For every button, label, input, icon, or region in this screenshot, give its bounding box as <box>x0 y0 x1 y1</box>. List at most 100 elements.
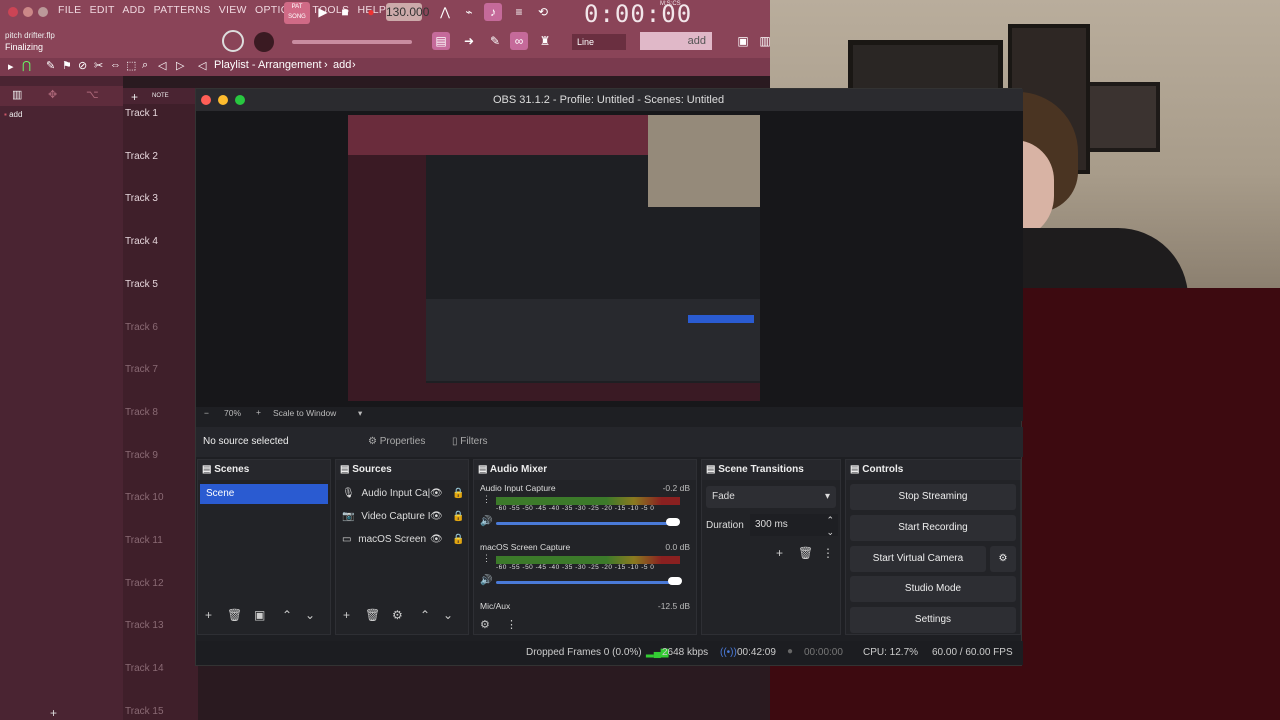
track-label[interactable]: Track 15 <box>125 706 164 717</box>
mixer-menu-icon[interactable]: ⋮ <box>506 618 517 631</box>
stamp-icon[interactable]: ♜ <box>536 32 554 50</box>
scale-mode[interactable]: Scale to Window <box>273 408 336 418</box>
scene-down-icon[interactable]: ⌄ <box>305 608 315 622</box>
add-icon[interactable]: + <box>50 706 57 720</box>
stepper-down-icon[interactable]: ⌄ <box>826 521 834 543</box>
channel-2-menu-icon[interactable]: ⋮ <box>482 553 491 564</box>
preview-area[interactable] <box>196 111 1023 407</box>
scale-dropdown-icon[interactable]: ▾ <box>358 408 362 419</box>
select-icon[interactable]: ⬚ <box>126 59 136 72</box>
scene-item[interactable]: Scene <box>200 484 328 504</box>
browser-icon[interactable]: ▥ <box>12 88 22 101</box>
loop-icon[interactable]: ⟲ <box>534 3 552 21</box>
minimize-dot[interactable] <box>23 7 33 17</box>
metronome-icon[interactable]: ⋀ <box>436 3 454 21</box>
menu-file[interactable]: FILE <box>58 4 81 16</box>
eye-icon[interactable]: 👁 <box>430 534 443 545</box>
magnet-icon[interactable]: ⋂ <box>22 59 31 72</box>
plus-icon[interactable]: + <box>131 90 138 104</box>
studio-mode-button[interactable]: Studio Mode <box>850 576 1016 602</box>
maximize-dot[interactable] <box>38 7 48 17</box>
track-label[interactable]: Track 4 <box>125 236 158 247</box>
channel-2-knob[interactable] <box>668 577 682 585</box>
menu-patterns[interactable]: PATTERNS <box>154 4 211 16</box>
wait-icon[interactable]: ⌁ <box>460 3 478 21</box>
track-label[interactable]: Track 6 <box>125 322 158 333</box>
master-slider[interactable] <box>292 40 412 44</box>
source-row-video[interactable]: 📷 Video Capture I 👁 🔒 <box>342 511 466 522</box>
add-source-icon[interactable]: + <box>343 608 350 622</box>
obs-close-dot[interactable] <box>201 95 211 105</box>
countdown-icon[interactable]: ♪ <box>484 3 502 21</box>
channel-2-mute-icon[interactable]: 🔊 <box>480 575 492 586</box>
transition-menu-icon[interactable]: ⋮ <box>822 546 834 560</box>
zoom-out-icon[interactable]: − <box>204 408 209 418</box>
start-recording-button[interactable]: Start Recording <box>850 515 1016 541</box>
mixer-settings-icon[interactable]: ⚙ <box>480 618 490 631</box>
source-row-screen[interactable]: ▭ macOS Screen 👁 🔒 <box>342 534 466 545</box>
add-transition-icon[interactable]: + <box>776 546 783 560</box>
pattern-icon[interactable]: ▤ <box>432 32 450 50</box>
track-label[interactable]: Track 1 <box>125 108 158 119</box>
pencil-icon[interactable]: ✎ <box>46 59 55 72</box>
menu-edit[interactable]: EDIT <box>90 4 115 16</box>
settings-button[interactable]: Settings <box>850 607 1016 633</box>
brush-icon[interactable]: ✎ <box>486 32 504 50</box>
source-row-audio[interactable]: 🎙 Audio Input Ca| 👁 🔒 <box>342 488 466 499</box>
virtual-camera-settings-button[interactable]: ⚙ <box>990 546 1016 572</box>
paint-icon[interactable]: ⚑ <box>62 59 72 72</box>
remove-scene-icon[interactable]: 🗑 <box>227 608 242 622</box>
arrow-right-icon[interactable]: ➜ <box>460 32 478 50</box>
tempo-display[interactable]: 130.000 <box>386 3 429 21</box>
master-volume-knob[interactable] <box>222 30 244 52</box>
track-label[interactable]: Track 13 <box>125 620 164 631</box>
slip-icon[interactable]: ⇔ <box>110 59 121 71</box>
zoom-icon[interactable]: ⌕ <box>142 59 148 72</box>
track-label[interactable]: Track 8 <box>125 407 158 418</box>
blend-icon[interactable]: ≡ <box>510 3 528 21</box>
channel-1-menu-icon[interactable]: ⋮ <box>482 494 491 505</box>
pattern-name-box[interactable]: add <box>640 32 712 50</box>
stop-icon[interactable]: ■ <box>336 3 354 21</box>
channel-1-knob[interactable] <box>666 518 680 526</box>
stop-streaming-button[interactable]: Stop Streaming <box>850 484 1016 510</box>
remove-transition-icon[interactable]: 🗑 <box>798 546 813 560</box>
record-icon[interactable]: ● <box>362 3 380 21</box>
delete-tool-icon[interactable]: ⊘ <box>78 59 87 72</box>
browser-item[interactable]: ▪ add <box>4 110 22 119</box>
duration-input[interactable]: 300 ms ⌃ ⌄ <box>750 514 838 537</box>
save-icon[interactable]: ▣ <box>734 32 752 50</box>
add-scene-icon[interactable]: + <box>205 608 212 622</box>
track-label[interactable]: Track 2 <box>125 151 158 162</box>
lock-icon[interactable]: 🔒 <box>452 488 464 499</box>
filters-button[interactable]: ▯ Filters <box>452 436 488 447</box>
link-icon[interactable]: ∞ <box>510 32 528 50</box>
track-label[interactable]: Track 12 <box>125 578 164 589</box>
track-label[interactable]: Track 10 <box>125 492 164 503</box>
obs-maximize-dot[interactable] <box>235 95 245 105</box>
properties-button[interactable]: ⚙ Properties <box>368 436 425 447</box>
zoom-in-icon[interactable]: + <box>256 407 261 417</box>
source-up-icon[interactable]: ⌃ <box>420 608 430 622</box>
track-label[interactable]: Track 5 <box>125 279 158 290</box>
menu-view[interactable]: VIEW <box>219 4 247 16</box>
source-down-icon[interactable]: ⌄ <box>443 608 453 622</box>
breadcrumb-item[interactable]: add <box>333 59 351 71</box>
channel-1-mute-icon[interactable]: 🔊 <box>480 516 492 527</box>
virtual-camera-button[interactable]: Start Virtual Camera <box>850 546 986 572</box>
cut-icon[interactable]: ✂ <box>94 59 103 72</box>
scene-up-icon[interactable]: ⌃ <box>282 608 292 622</box>
track-label[interactable]: Track 14 <box>125 663 164 674</box>
channel-1-slider[interactable] <box>496 522 676 525</box>
eye-icon[interactable]: 👁 <box>430 488 443 499</box>
pat-song-toggle[interactable]: PAT SONG <box>284 2 310 24</box>
master-pitch-knob[interactable] <box>254 32 274 52</box>
track-label[interactable]: Track 11 <box>125 535 163 546</box>
transition-select[interactable]: Fade ▾ <box>706 486 836 508</box>
track-label[interactable]: Track 7 <box>125 364 158 375</box>
channel-2-slider[interactable] <box>496 581 676 584</box>
browser-icon-2[interactable]: ✥ <box>48 88 57 101</box>
remove-source-icon[interactable]: 🗑 <box>365 608 380 622</box>
scene-filter-icon[interactable]: ▣ <box>254 608 265 622</box>
speaker-icon[interactable]: ◁ <box>158 59 166 72</box>
